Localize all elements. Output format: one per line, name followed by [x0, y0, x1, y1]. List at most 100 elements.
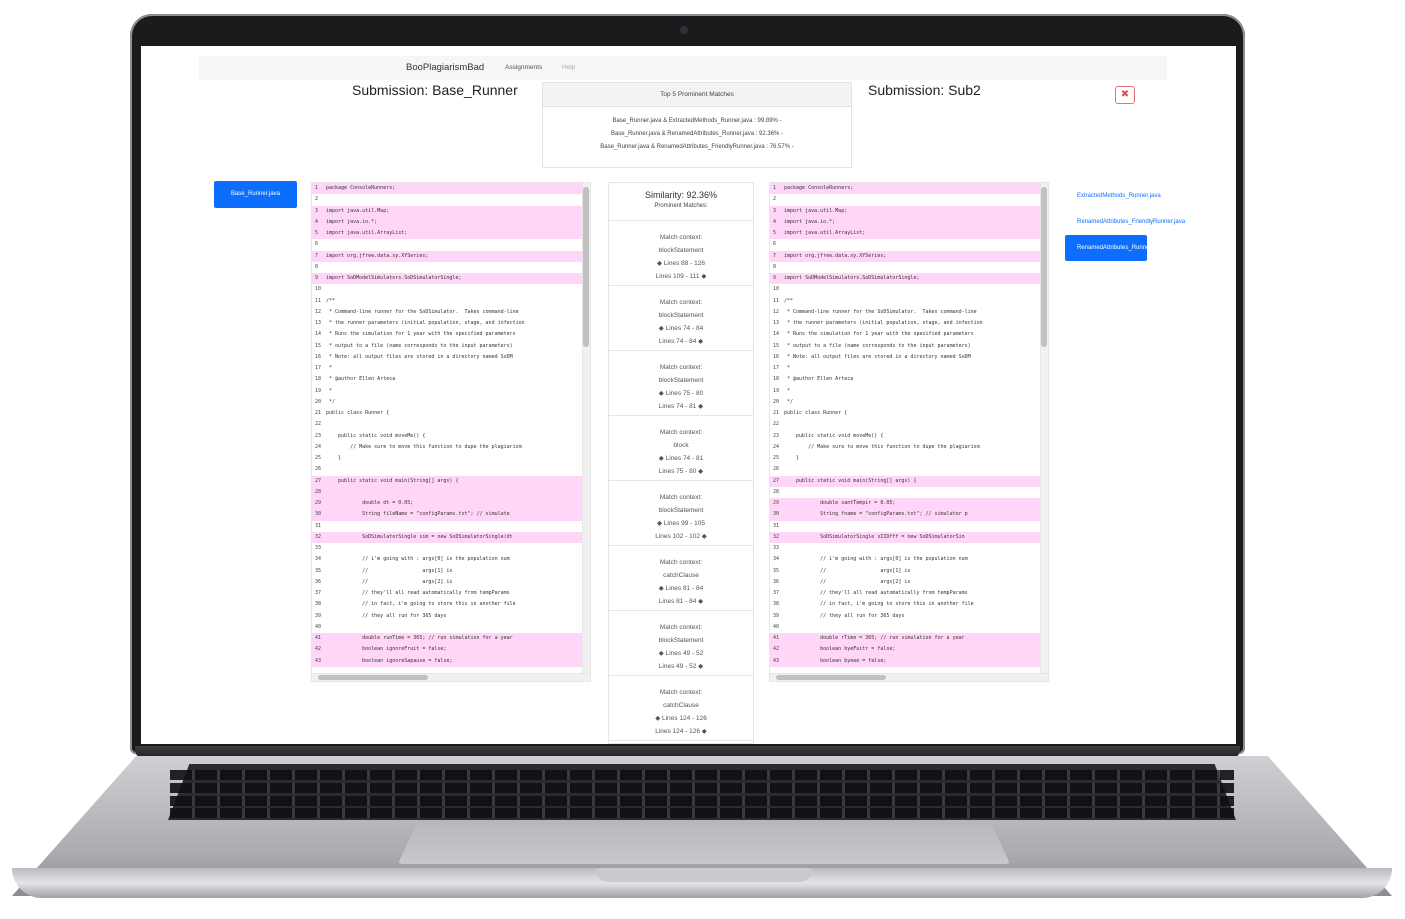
- vertical-scrollbar[interactable]: [582, 183, 590, 681]
- match-left[interactable]: ◆ Lines 88 - 126: [609, 257, 753, 270]
- line-number: 41: [315, 635, 322, 641]
- top-match-row[interactable]: Base_Runner.java & RenamedAttributes_Fri…: [543, 141, 851, 154]
- right-file-button-active[interactable]: RenamedAttributes_Runner.java: [1065, 235, 1147, 261]
- code-line: 39 // they all run for 365 days: [770, 611, 1048, 622]
- code-text: // in fact, i'm going to store this in a…: [326, 601, 516, 608]
- code-text: import org.jfree.data.xy.XYSeries;: [326, 252, 429, 259]
- match-item[interactable]: Match context: catchClause ◆ Lines 81 - 84…: [609, 546, 753, 611]
- match-right[interactable]: Lines 75 - 80 ◆: [609, 465, 753, 478]
- match-right[interactable]: Lines 74 - 84 ◆: [609, 335, 753, 348]
- code-text: import SoDModelSimulators.SoDSimulatorSi…: [784, 275, 920, 281]
- code-line: 30 String fileName = "configParams.txt";…: [312, 509, 590, 521]
- code-line: 28: [312, 486, 590, 498]
- right-file-link[interactable]: ExtractedMethods_Runner.java: [1065, 183, 1236, 209]
- code-text: // they all run for 365 days: [326, 612, 447, 619]
- line-number: 15: [773, 342, 780, 349]
- similarity-score: Similarity: 92.36%: [644, 190, 718, 200]
- horizontal-scrollbar[interactable]: [312, 673, 590, 681]
- line-number: 33: [315, 545, 322, 551]
- match-right[interactable]: Lines 81 - 84 ◆: [609, 595, 753, 608]
- code-line: 34 // i'm going with : args[0] is the po…: [312, 554, 590, 565]
- similarity-panel: Similarity: 92.36% Prominent Matches: Ma…: [608, 182, 754, 744]
- line-number: 40: [315, 623, 322, 630]
- match-item[interactable]: Match context: blockStatement ◆ Lines 75 -…: [609, 351, 753, 416]
- match-label: Match context:: [659, 364, 703, 371]
- code-line: 38 // in fact, i'm going to store this i…: [312, 599, 590, 610]
- match-left[interactable]: ◆ Lines 74 - 81: [609, 452, 753, 465]
- code-text: import java.io.*;: [326, 218, 378, 225]
- top-match-row[interactable]: Base_Runner.java & RenamedAttributes_Run…: [543, 128, 851, 141]
- match-item[interactable]: Match context: blockStatement ◆ Lines 88 -…: [609, 221, 753, 286]
- match-item[interactable]: Match context: block ◆ Lines 74 - 81 Lines …: [609, 416, 753, 481]
- match-left[interactable]: ◆ Lines 124 - 126: [609, 712, 753, 725]
- line-number: 12: [773, 308, 780, 315]
- top-matches-panel: Top 5 Prominent Matches Base_Runner.java…: [542, 82, 852, 168]
- left-file-button[interactable]: Base_Runner.java: [214, 181, 297, 208]
- match-item[interactable]: Match context: blockStatement ◆ Lines 74 -…: [609, 286, 753, 351]
- x-icon: ✖: [1120, 89, 1130, 100]
- right-file-link[interactable]: RenamedAttributes_FriendlyRunner.java: [1065, 209, 1236, 235]
- code-line: 27 public static void main(String[] args…: [770, 475, 1048, 487]
- line-number: 19: [773, 387, 780, 394]
- match-left[interactable]: ◆ Lines 49 - 52: [609, 647, 753, 660]
- match-right[interactable]: Lines 49 - 52 ◆: [609, 660, 753, 673]
- horizontal-scrollbar[interactable]: [770, 673, 1048, 681]
- match-left[interactable]: ◆ Lines 75 - 80: [609, 387, 753, 400]
- code-text: SoDSimulatorSingle sim = new SoDSimulato…: [326, 533, 513, 540]
- code-line: 18 * @author Ellen Arteca: [312, 374, 590, 385]
- code-text: *: [784, 387, 791, 394]
- right-code-viewer[interactable]: 1 package ConsoleRunners; 2 3 import java.ut…: [769, 182, 1049, 682]
- line-number: 4: [315, 218, 319, 225]
- code-line: 32 SoDSimulatorSingle sIIDfff = new SoDS…: [770, 531, 1048, 543]
- nav-help[interactable]: Help: [562, 64, 575, 71]
- code-line: 11 /**: [312, 296, 590, 307]
- line-number: 18: [315, 376, 322, 383]
- code-text: // they all run for 365 days: [784, 612, 905, 619]
- code-line: 39 // they all run for 365 days: [312, 611, 590, 622]
- code-line: 42 boolean ignoreFruit = false;: [312, 644, 590, 656]
- code-line: 12 * Command-line runner for the SoDSimu…: [312, 307, 590, 318]
- close-button[interactable]: ✖: [1115, 86, 1135, 104]
- code-line: 14 * Runs the simulation for 1 year with…: [312, 329, 590, 340]
- line-number: 34: [773, 556, 780, 563]
- vertical-scrollbar[interactable]: [1040, 183, 1048, 681]
- top-match-row[interactable]: Base_Runner.java & ExtractedMethods_Runn…: [543, 115, 851, 128]
- match-item[interactable]: Match context: blockStatement ◆ Lines 99 -…: [609, 481, 753, 546]
- match-right[interactable]: Lines 102 - 102 ◆: [609, 530, 753, 543]
- match-left[interactable]: ◆ Lines 74 - 84: [609, 322, 753, 335]
- line-number: 9: [773, 275, 777, 281]
- left-code-viewer[interactable]: 1 package ConsoleRunners; 2 3 import java.ut…: [311, 182, 591, 682]
- match-left[interactable]: ◆ Lines 99 - 105: [609, 517, 753, 530]
- code-text: /**: [784, 297, 794, 304]
- code-line: 11 /**: [770, 296, 1048, 307]
- match-left[interactable]: ◆ Lines 81 - 84: [609, 582, 753, 595]
- line-number: 28: [773, 488, 780, 495]
- line-number: 22: [773, 421, 780, 428]
- code-line: 42 boolean byeFuitr = false;: [770, 644, 1048, 656]
- line-number: 12: [315, 308, 322, 315]
- line-number: 30: [773, 511, 780, 518]
- match-right[interactable]: Lines 124 - 126 ◆: [609, 725, 753, 738]
- code-line: 7 import org.jfree.data.xy.XYSeries;: [312, 250, 590, 262]
- match-right[interactable]: Lines 109 - 111 ◆: [609, 270, 753, 283]
- match-right[interactable]: Lines 74 - 81 ◆: [609, 400, 753, 413]
- line-number: 17: [315, 365, 322, 371]
- line-number: 26: [315, 466, 322, 473]
- match-item[interactable]: Match context: blockStatement ◆ Lines 49 -…: [609, 611, 753, 676]
- line-number: 39: [315, 612, 322, 619]
- line-number: 6: [773, 241, 777, 248]
- line-number: 25: [315, 455, 322, 461]
- match-item[interactable]: Match context: catchClause ◆ Lines 124 - 1…: [609, 676, 753, 741]
- line-number: 29: [773, 500, 780, 506]
- line-number: 37: [773, 590, 780, 596]
- code-line: 24 // Make sure to move this function to…: [770, 442, 1048, 453]
- code-text: *: [326, 387, 333, 394]
- nav-assignments[interactable]: Assignments: [505, 64, 542, 71]
- code-text: String fname = "configParams.txt"; // si…: [784, 511, 968, 518]
- code-text: * Runs the simulation for 1 year with th…: [326, 331, 516, 338]
- code-line: 36 // args[2] is: [312, 577, 590, 588]
- code-line: 19 *: [770, 386, 1048, 397]
- brand-link[interactable]: BooPlagiarismBad: [406, 62, 484, 73]
- line-number: 17: [773, 365, 780, 371]
- line-number: 35: [773, 567, 780, 574]
